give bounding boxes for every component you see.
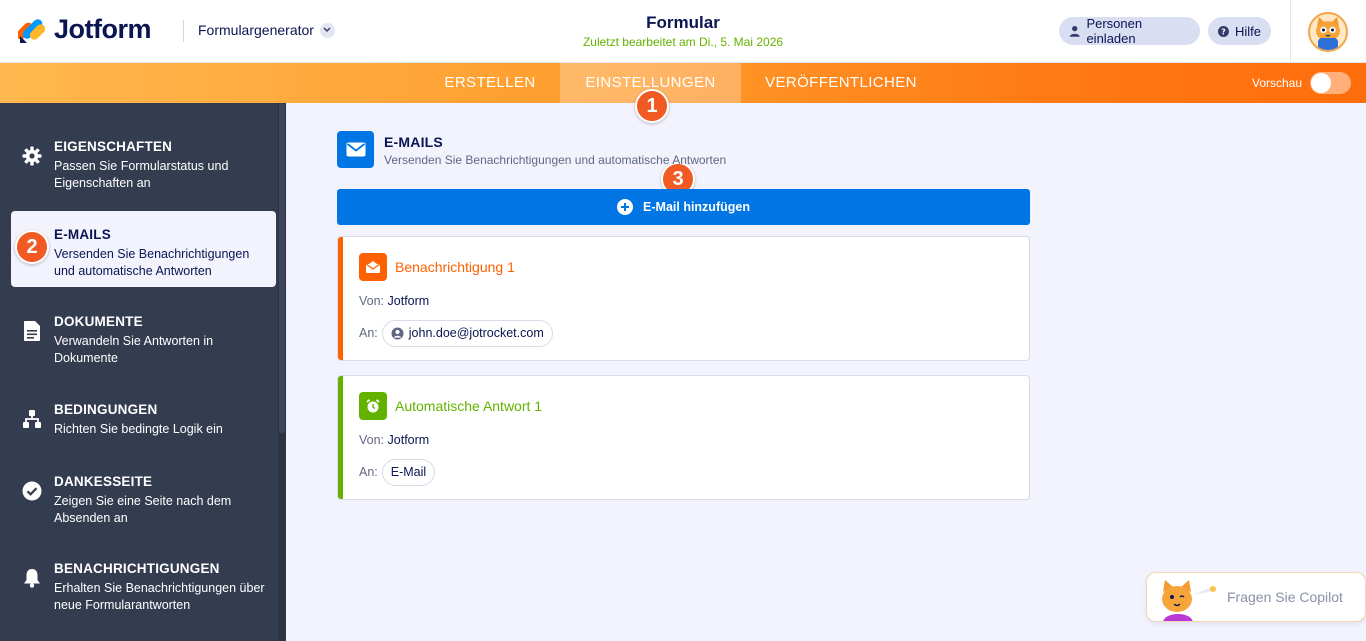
envelope-icon [346,142,365,157]
card-accent-stripe [338,376,343,499]
alarm-clock-icon [359,392,387,420]
email-section-icon [337,131,374,168]
plus-icon [617,199,634,215]
sidebar-item-title: E-MAILS [54,227,111,242]
card-title: Automatische Antwort 1 [395,398,543,414]
sidebar-item-desc: Verwandeln Sie Antworten in Dokumente [54,334,214,365]
card-title: Benachrichtigung 1 [395,259,515,275]
sidebar-item-title: BENACHRICHTIGUNGEN [54,561,220,576]
from-label: Von: [359,433,385,447]
email-card-notification[interactable]: Benachrichtigung 1 Von: Jotform An: john… [337,236,1030,361]
notification-envelope-icon [359,253,387,281]
sidebar-item-title: DOKUMENTE [54,314,143,329]
step-badge-2: 2 [15,230,49,264]
preview-toggle[interactable] [1310,72,1351,94]
card-from-row: Von: Jotform [359,294,429,308]
card-to-row: An: E-Mail [359,458,436,486]
bell-icon [21,567,43,589]
add-email-button[interactable]: E-Mail hinzufügen [337,189,1030,225]
sidebar-item-title: DANKESSEITE [54,474,153,489]
header-divider-right [1290,0,1291,63]
sidebar-item-desc: Erhalten Sie Benachrichtigungen über neu… [54,581,265,612]
invite-people-button[interactable]: Personen einladen [1059,16,1200,46]
from-value: Jotform [387,294,430,308]
copilot-cat-icon [1162,580,1216,621]
sidebar-item-documents[interactable]: DOKUMENTE Verwandeln Sie Antworten in Do… [11,298,276,374]
recipient-email: john.doe@jotrocket.com [408,326,544,340]
conditions-icon [21,408,43,430]
to-label: An: [359,326,378,340]
avatar[interactable] [1308,12,1348,52]
tab-create[interactable]: ERSTELLEN [420,63,560,103]
sidebar-item-conditions[interactable]: BEDINGUNGEN Richten Sie bedingte Logik e… [11,386,276,462]
section-title: E-MAILS [384,134,443,150]
recipient-chip: E-Mail [381,458,436,486]
email-card-autoresponder[interactable]: Automatische Antwort 1 Von: Jotform An: … [337,375,1030,500]
invite-people-label: Personen einladen [1086,16,1143,46]
sidebar-item-thankyou[interactable]: DANKESSEITE Zeigen Sie eine Seite nach d… [11,458,276,534]
recipient-email: E-Mail [390,465,427,479]
card-to-row: An: john.doe@jotrocket.com [359,319,553,347]
sidebar-item-notifications[interactable]: BENACHRICHTIGUNGEN Erhalten Sie Benachri… [11,545,276,621]
copilot-button[interactable]: Fragen Sie Copilot [1146,572,1366,622]
to-label: An: [359,465,378,479]
form-builder-nav: ERSTELLEN EINSTELLUNGEN VERÖFFENTLICHEN … [0,63,1366,103]
card-accent-stripe [338,237,343,360]
sidebar-item-title: BEDINGUNGEN [54,402,158,417]
toggle-knob [1311,73,1331,93]
from-value: Jotform [387,433,430,447]
from-label: Von: [359,294,385,308]
gear-icon [21,145,43,167]
sidebar-item-desc: Richten Sie bedingte Logik ein [54,422,223,436]
svg-text:?: ? [1221,27,1225,36]
section-description: Versenden Sie Benachrichtigungen und aut… [384,153,727,167]
sidebar-item-desc: Versenden Sie Benachrichtigungen und aut… [54,247,250,278]
user-icon [1069,25,1080,37]
preview-label: Vorschau [1252,76,1303,90]
sidebar-item-properties[interactable]: EIGENSCHAFTEN Passen Sie Formularstatus … [11,123,276,199]
sidebar-item-title: EIGENSCHAFTEN [54,139,173,154]
settings-sidebar: EIGENSCHAFTEN Passen Sie Formularstatus … [0,103,286,641]
sidebar-item-emails[interactable]: E-MAILS Versenden Sie Benachrichtigungen… [11,211,276,287]
cat-avatar-icon [1316,17,1340,50]
user-circle-icon [391,327,404,339]
top-bar: Jotform Formulargenerator Formular Zulet… [0,0,1366,63]
help-label: Hilfe [1234,23,1261,39]
check-circle-icon [21,480,43,502]
sidebar-scrollbar-thumb[interactable] [279,103,285,433]
document-icon [21,320,43,342]
sidebar-item-desc: Zeigen Sie eine Seite nach dem Absenden … [54,494,232,525]
help-icon: ? [1218,25,1229,37]
help-button[interactable]: ? Hilfe [1208,17,1271,45]
sidebar-item-desc: Passen Sie Formularstatus und Eigenschaf… [54,159,229,190]
recipient-chip: john.doe@jotrocket.com [381,319,553,347]
card-from-row: Von: Jotform [359,433,429,447]
copilot-label: Fragen Sie Copilot [1227,589,1343,605]
tab-publish[interactable]: VERÖFFENTLICHEN [741,63,941,103]
add-email-label: E-Mail hinzufügen [643,200,750,214]
step-badge-1: 1 [635,89,669,123]
